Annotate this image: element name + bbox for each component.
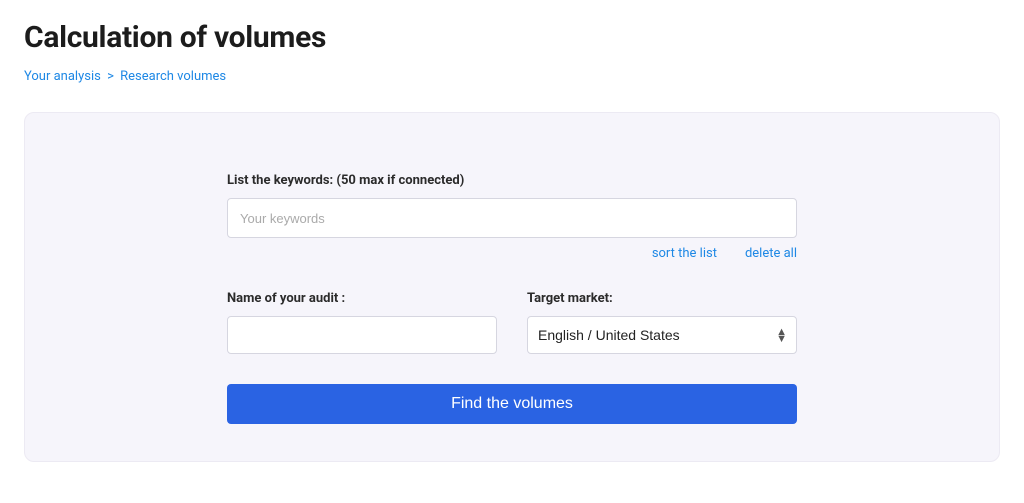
sort-list-link[interactable]: sort the list (652, 246, 717, 261)
keywords-input[interactable] (227, 198, 797, 238)
audit-name-label: Name of your audit : (227, 291, 497, 306)
delete-all-link[interactable]: delete all (745, 246, 797, 261)
breadcrumb: Your analysis > Research volumes (24, 69, 1000, 84)
find-volumes-button[interactable]: Find the volumes (227, 384, 797, 424)
target-market-label: Target market: (527, 291, 797, 306)
keywords-label: List the keywords: (50 max if connected) (227, 173, 797, 188)
breadcrumb-current-link[interactable]: Research volumes (120, 69, 226, 84)
form-panel: List the keywords: (50 max if connected)… (24, 112, 1000, 462)
breadcrumb-separator: > (107, 69, 114, 84)
breadcrumb-home-link[interactable]: Your analysis (24, 69, 101, 84)
audit-name-input[interactable] (227, 316, 497, 354)
target-market-select[interactable]: English / United States (527, 316, 797, 354)
page-title: Calculation of volumes (24, 20, 1000, 55)
